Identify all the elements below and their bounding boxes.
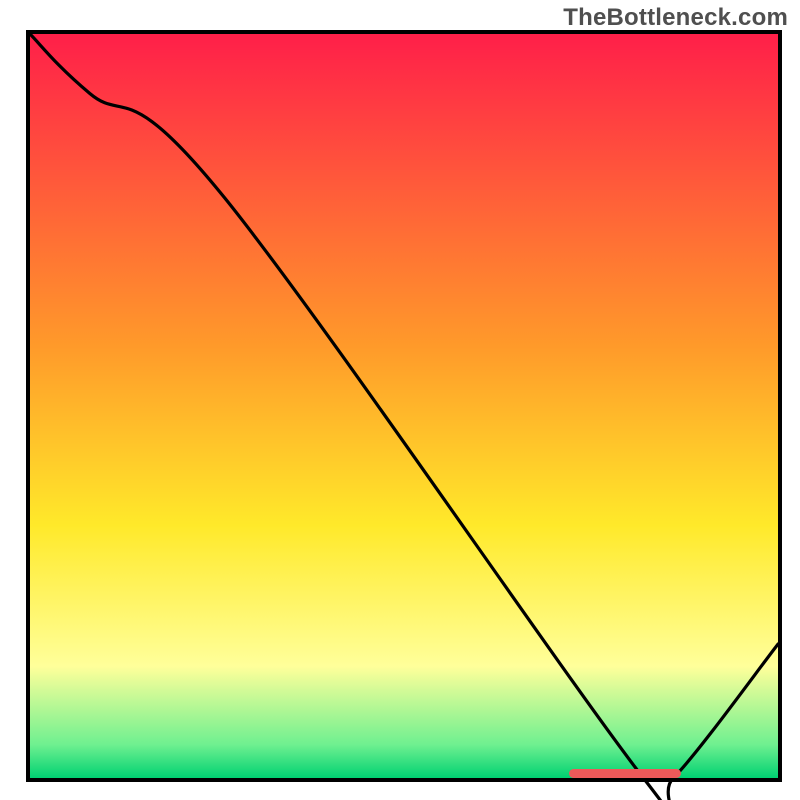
data-curve: [30, 34, 778, 800]
plot-frame: [26, 30, 782, 782]
optimal-marker: [569, 769, 681, 778]
chart-stage: TheBottleneck.com: [0, 0, 800, 800]
attribution-text: TheBottleneck.com: [563, 4, 788, 32]
chart-line-layer: [30, 34, 778, 778]
